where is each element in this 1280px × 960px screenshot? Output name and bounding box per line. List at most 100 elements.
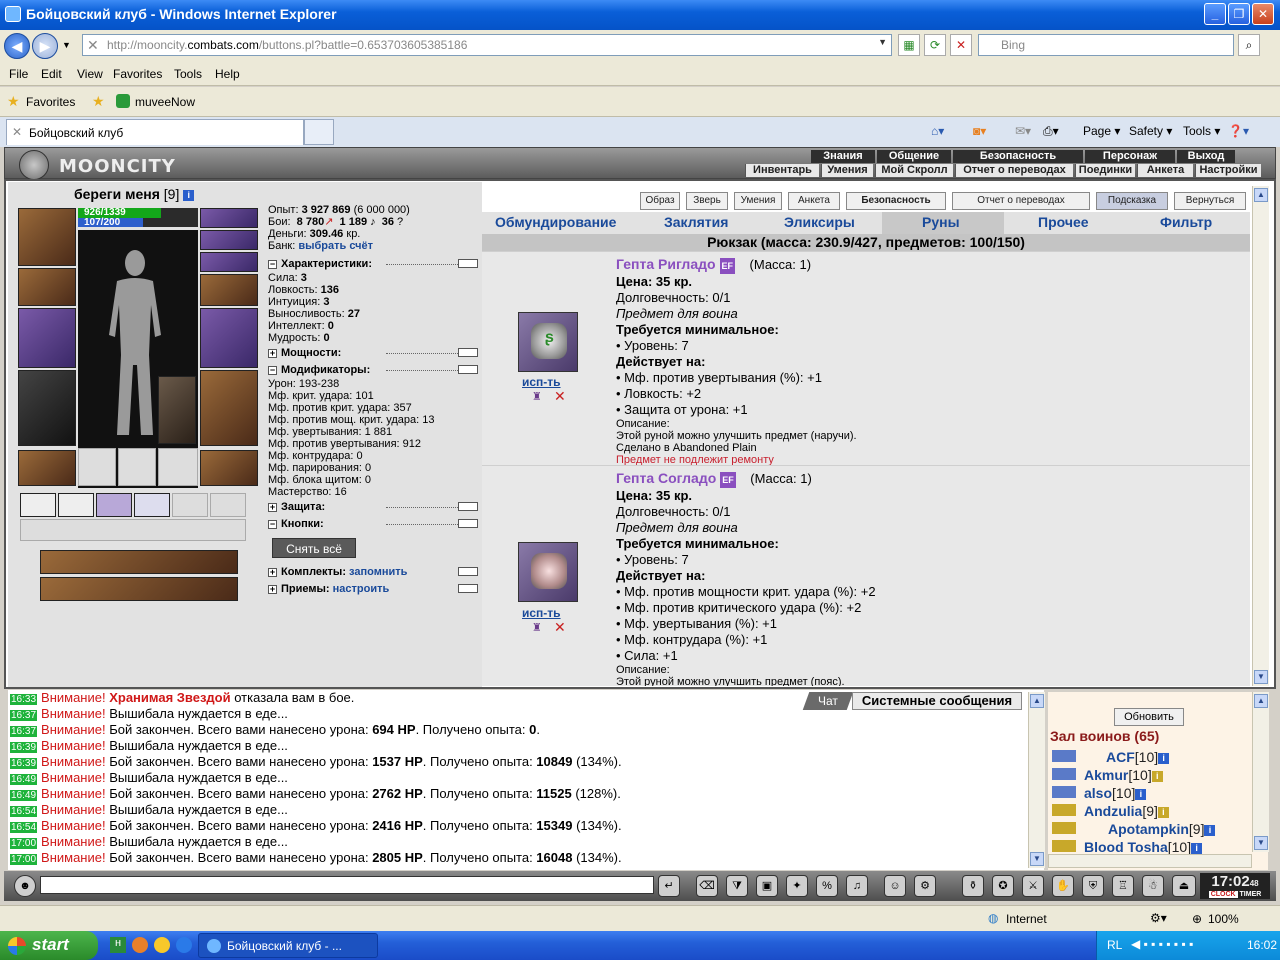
- section-modifiers[interactable]: − Модификаторы:: [268, 364, 480, 378]
- helmet-slot[interactable]: [18, 208, 76, 266]
- scroll-up-icon[interactable]: ▲: [1254, 188, 1268, 202]
- zoom-level[interactable]: 100%: [1208, 912, 1239, 926]
- hand-icon[interactable]: ✋: [1052, 875, 1074, 897]
- ring-slots[interactable]: [200, 252, 258, 272]
- boots-slot[interactable]: [200, 450, 258, 486]
- new-tab-button[interactable]: [304, 119, 334, 145]
- empty-slot[interactable]: [158, 448, 198, 486]
- section-defense[interactable]: + Защита:: [268, 501, 480, 515]
- tab-chat[interactable]: Чат: [802, 692, 854, 710]
- btn-return[interactable]: Вернуться: [1174, 192, 1246, 210]
- item-name[interactable]: Гепта Согладо: [616, 470, 716, 486]
- page-menu[interactable]: Page ▾: [1083, 124, 1120, 138]
- eraser-icon[interactable]: ⌫: [696, 875, 718, 897]
- favorites-button[interactable]: Favorites: [26, 95, 75, 109]
- section-sets[interactable]: + Комплекты: запомнить: [268, 566, 480, 580]
- menu-tools[interactable]: Tools: [174, 67, 202, 81]
- chat-scrollbar[interactable]: ▲ ▼: [1028, 692, 1045, 868]
- nav-my-scroll[interactable]: Мой Скролл: [875, 164, 953, 177]
- scroll-up-icon[interactable]: ▲: [1254, 694, 1268, 708]
- scroll-down-icon[interactable]: ▼: [1254, 836, 1268, 850]
- nav-fights[interactable]: Поединки: [1075, 164, 1135, 177]
- pet-slot[interactable]: [158, 376, 196, 444]
- use-item-link[interactable]: исп-ть: [522, 375, 561, 389]
- configure-moves-link[interactable]: настроить: [333, 583, 390, 595]
- help-icon[interactable]: ❓▾: [1228, 124, 1249, 138]
- remember-set-link[interactable]: запомнить: [349, 566, 407, 578]
- btn-beast[interactable]: Зверь: [686, 192, 728, 210]
- section-characteristics[interactable]: − Характеристики:: [268, 258, 480, 272]
- btn-profile[interactable]: Анкета: [788, 192, 840, 210]
- refresh-button[interactable]: Обновить: [1114, 708, 1184, 726]
- add-favorite-icon[interactable]: ★: [92, 93, 105, 110]
- btn-transfers[interactable]: Отчет о переводах: [952, 192, 1090, 210]
- castle-icon[interactable]: ♖: [1112, 875, 1134, 897]
- fav-link-muveenow[interactable]: muveeNow: [135, 95, 195, 109]
- amulet-slot[interactable]: [200, 230, 258, 250]
- nav-profile[interactable]: Анкета: [1137, 164, 1193, 177]
- quicklaunch-icon[interactable]: н: [110, 937, 126, 953]
- msg-user[interactable]: Хранимая Звездой: [109, 690, 230, 705]
- player-entry[interactable]: Andzulia[9] i: [1084, 803, 1169, 819]
- smiley-face-icon[interactable]: ☻: [14, 875, 36, 897]
- ie-quicklaunch-icon[interactable]: [176, 937, 192, 953]
- menu-favorites[interactable]: Favorites: [113, 67, 162, 81]
- gloves-slot[interactable]: [200, 274, 258, 306]
- menu-file[interactable]: File: [9, 67, 28, 81]
- tab-runes[interactable]: Руны: [922, 214, 960, 230]
- protected-mode-icon[interactable]: ⚙▾: [1150, 911, 1167, 925]
- search-icon[interactable]: ⌕: [1238, 34, 1260, 56]
- legs-slot[interactable]: [200, 370, 258, 446]
- section-buttons[interactable]: − Кнопки:: [268, 518, 480, 532]
- tab-equipment[interactable]: Обмундирование: [495, 214, 616, 230]
- address-input[interactable]: http://mooncity.combats.com/buttons.pl?b…: [82, 34, 892, 56]
- tab-active[interactable]: ✕ Бойцовский клуб: [6, 119, 304, 145]
- quick-slot-row2[interactable]: [20, 519, 246, 541]
- scroll-down-icon[interactable]: ▼: [1030, 852, 1044, 866]
- settings-icon[interactable]: ⚙: [914, 875, 936, 897]
- nav-security[interactable]: Безопасность: [953, 150, 1083, 163]
- compatibility-icon[interactable]: ▦: [898, 34, 920, 56]
- drop-bag-icon[interactable]: ♜: [532, 390, 544, 403]
- weapon-slot[interactable]: [18, 308, 76, 368]
- rune-image[interactable]: ʂ: [518, 312, 578, 372]
- quick-slot-4[interactable]: [134, 493, 170, 517]
- quicklaunch-icon-2[interactable]: [154, 937, 170, 953]
- tray-icons[interactable]: ◀ ▪ ▪ ▪ ▪ ▪ ▪ ▪: [1131, 937, 1193, 951]
- people-icon[interactable]: ☃: [1142, 875, 1164, 897]
- earring-slot[interactable]: [200, 208, 258, 228]
- scroll-down-icon[interactable]: ▼: [1254, 670, 1268, 684]
- send-icon[interactable]: ↵: [658, 875, 680, 897]
- empty-slot[interactable]: [78, 448, 116, 486]
- belt-slot[interactable]: [18, 450, 76, 486]
- scroll-belt-1[interactable]: [40, 550, 238, 574]
- player-entry[interactable]: Akmur[10] i: [1084, 767, 1163, 783]
- quick-slot-2[interactable]: [58, 493, 94, 517]
- nav-transfers[interactable]: Отчет о переводах: [955, 164, 1073, 177]
- btn-security[interactable]: Безопасность: [846, 192, 946, 210]
- tab-other[interactable]: Прочее: [1038, 214, 1089, 230]
- tab-system-messages[interactable]: Системные сообщения: [852, 692, 1022, 710]
- item-name[interactable]: Гепта Ригладо: [616, 256, 716, 272]
- use-item-link[interactable]: исп-ть: [522, 606, 561, 620]
- minimize-button[interactable]: _: [1204, 3, 1226, 25]
- safety-menu[interactable]: Safety ▾: [1129, 124, 1172, 138]
- address-dropdown-icon[interactable]: ▼: [878, 37, 887, 47]
- fighter-icon[interactable]: ✦: [786, 875, 808, 897]
- scroll-up-icon[interactable]: ▲: [1030, 694, 1044, 708]
- taskbar-ie-window[interactable]: Бойцовский клуб - ...: [198, 933, 378, 958]
- gold-icon[interactable]: ✪: [992, 875, 1014, 897]
- firefox-icon[interactable]: [132, 937, 148, 953]
- refresh-icon[interactable]: ⟳: [924, 34, 946, 56]
- info-icon[interactable]: i: [183, 189, 195, 201]
- nav-skills[interactable]: Умения: [821, 164, 873, 177]
- menu-help[interactable]: Help: [215, 67, 240, 81]
- start-button[interactable]: start: [0, 931, 98, 960]
- back-button[interactable]: ◀: [4, 33, 30, 59]
- quick-slot-3[interactable]: [96, 493, 132, 517]
- take-off-all-button[interactable]: Снять всё: [272, 538, 356, 558]
- sound-icon[interactable]: ♫: [846, 875, 868, 897]
- btn-image[interactable]: Образ: [640, 192, 680, 210]
- section-power[interactable]: + Мощности:: [268, 347, 480, 361]
- nav-settings[interactable]: Настройки: [1195, 164, 1261, 177]
